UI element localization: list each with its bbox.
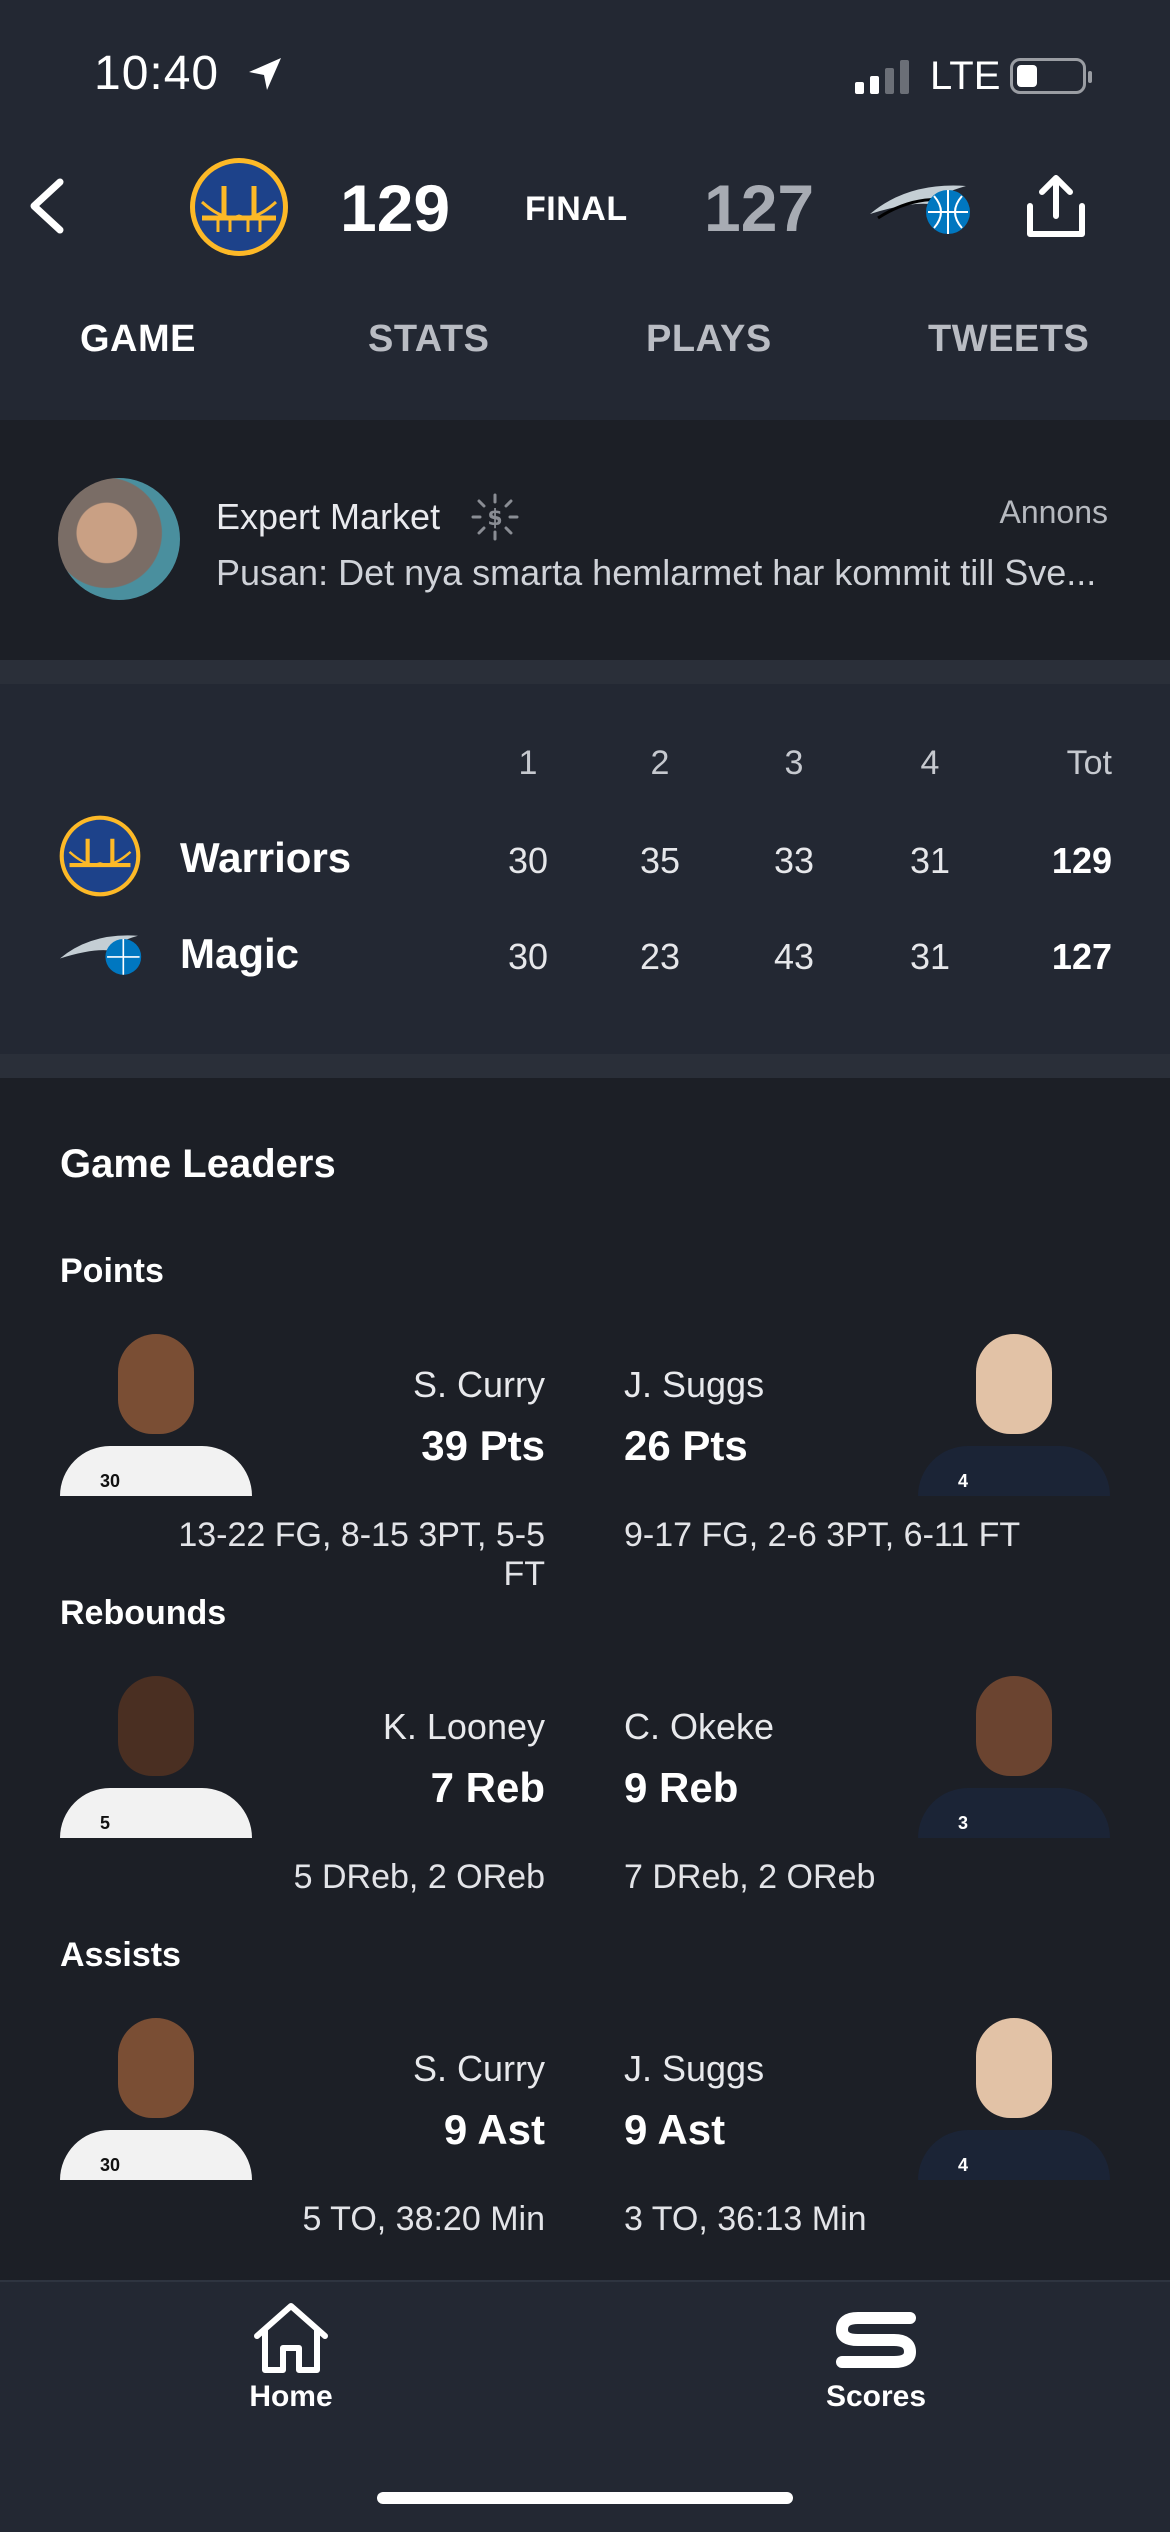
quarter-score: 30 — [507, 936, 549, 977]
stat-detail: 5 DReb, 2 OReb — [293, 1858, 545, 1896]
back-chevron-icon[interactable] — [24, 176, 68, 236]
game-status: FINAL — [525, 190, 628, 228]
linescore-card — [0, 684, 1170, 1054]
svg-text:$: $ — [487, 506, 502, 531]
total-score: 127 — [1051, 936, 1112, 977]
player-name[interactable]: C. Okeke — [624, 1706, 774, 1748]
team-name-magic[interactable]: Magic — [180, 930, 299, 978]
magic-logo-icon — [59, 935, 142, 975]
quarter-score: 43 — [773, 936, 815, 977]
player-name[interactable]: J. Suggs — [624, 2048, 764, 2090]
stat-value: 9 Ast — [443, 2106, 545, 2153]
tab-bar-top: GAME STATS PLAYS TWEETS — [0, 318, 1170, 378]
stat-detail: 5 TO, 38:20 Min — [302, 2200, 545, 2238]
total-header: Tot — [1066, 744, 1112, 782]
status-time: 10:40 — [94, 47, 220, 100]
player-name[interactable]: K. Looney — [145, 1706, 545, 1748]
scores-icon[interactable] — [776, 2300, 976, 2376]
quarter-header: 2 — [650, 744, 670, 782]
battery-icon — [1010, 58, 1092, 94]
category-label: Rebounds — [60, 1594, 227, 1632]
quarter-header: 4 — [920, 744, 940, 782]
player-photo-away[interactable]: 4 — [918, 2010, 1110, 2180]
magic-logo-icon[interactable] — [868, 174, 978, 238]
player-name[interactable]: S. Curry — [145, 2048, 545, 2090]
divider — [0, 660, 1170, 684]
warriors-logo-icon[interactable] — [188, 156, 290, 258]
tab-plays[interactable]: PLAYS — [646, 318, 772, 361]
away-score: 127 — [704, 171, 815, 245]
home-score: 129 — [340, 171, 451, 245]
ad-title: Expert Market — [216, 496, 441, 537]
player-name[interactable]: S. Curry — [145, 1364, 545, 1406]
ad-avatar — [58, 478, 180, 600]
network-type: LTE — [930, 54, 1001, 98]
tab-stats[interactable]: STATS — [368, 318, 489, 361]
ad-label: Annons — [999, 494, 1108, 530]
home-icon[interactable] — [191, 2300, 391, 2376]
stat-value: 9 Ast — [624, 2106, 726, 2153]
stat-value: 26 Pts — [624, 1422, 748, 1469]
tab-scores[interactable]: Scores — [776, 2380, 976, 2414]
warriors-logo-icon — [59, 815, 141, 897]
quarter-score: 30 — [507, 840, 549, 881]
stat-value: 39 Pts — [421, 1422, 545, 1469]
stat-detail: 7 DReb, 2 OReb — [624, 1858, 876, 1896]
section-title: Game Leaders — [60, 1142, 336, 1186]
location-arrow-icon — [249, 58, 281, 90]
stat-detail: 9-17 FG, 2-6 3PT, 6-11 FT — [624, 1516, 1021, 1554]
quarter-score: 31 — [909, 840, 951, 881]
stat-value: 7 Reb — [430, 1764, 545, 1811]
quarter-score: 35 — [639, 840, 681, 881]
quarter-score: 31 — [909, 936, 951, 977]
total-score: 129 — [1051, 840, 1112, 881]
category-label: Points — [60, 1252, 164, 1290]
player-photo-home[interactable]: 30 — [60, 2010, 252, 2180]
stat-detail: 13-22 FG, 8-15 3PT, 5-5 FT — [178, 1516, 545, 1593]
quarter-score: 33 — [773, 840, 815, 881]
home-indicator[interactable] — [377, 2492, 793, 2504]
team-name-warriors[interactable]: Warriors — [180, 834, 351, 882]
share-icon[interactable] — [1024, 172, 1088, 240]
player-name[interactable]: J. Suggs — [624, 1364, 764, 1406]
tab-home[interactable]: Home — [191, 2380, 391, 2414]
divider — [0, 1054, 1170, 1078]
category-label: Assists — [60, 1936, 181, 1974]
player-photo-away[interactable]: 3 — [918, 1668, 1110, 1838]
stat-detail: 3 TO, 36:13 Min — [624, 2200, 867, 2238]
player-photo-home[interactable]: 5 — [60, 1668, 252, 1838]
sponsored-icon: $ — [471, 493, 519, 541]
ad-text: Pusan: Det nya smarta hemlarmet har komm… — [216, 552, 1097, 593]
tab-tweets[interactable]: TWEETS — [928, 318, 1089, 361]
stat-value: 9 Reb — [624, 1764, 739, 1811]
quarter-header: 3 — [784, 744, 804, 782]
player-photo-away[interactable]: 4 — [918, 1326, 1110, 1496]
player-photo-home[interactable]: 30 — [60, 1326, 252, 1496]
tab-game[interactable]: GAME — [80, 318, 196, 361]
quarter-score: 23 — [639, 936, 681, 977]
signal-icon — [855, 60, 909, 94]
quarter-header: 1 — [518, 744, 538, 782]
